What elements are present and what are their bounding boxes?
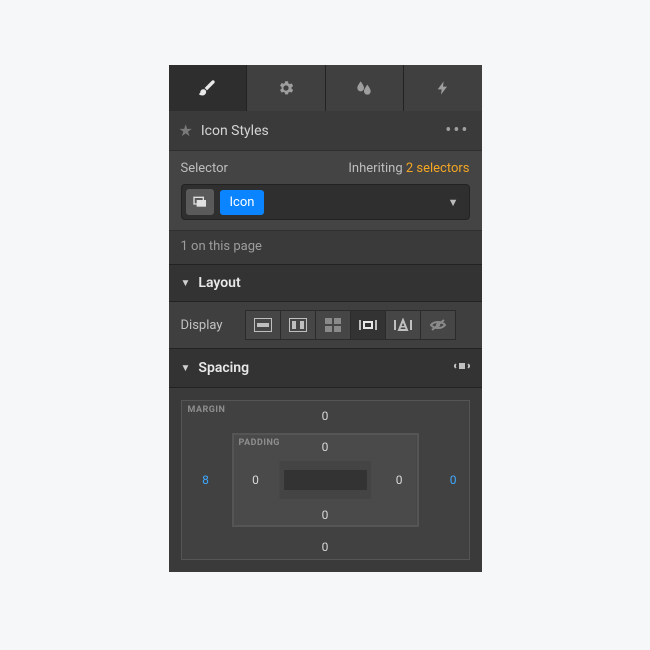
display-inline-block-icon [359,318,377,332]
selector-label: Selector [181,161,228,176]
display-grid[interactable] [315,310,351,340]
class-title: Icon Styles [201,123,445,139]
margin-left[interactable]: 8 [202,473,209,487]
droplets-icon [354,78,374,98]
chevron-down-icon[interactable]: ▼ [448,196,459,209]
tab-effects[interactable] [404,65,482,111]
spacing-editor: MARGIN 0 0 8 0 PADDING 0 0 0 0 [169,388,482,572]
spacing-expand-button[interactable] [454,359,470,377]
display-flex-icon [289,318,307,332]
selector-count: 1 on this page [169,231,482,264]
display-block-icon [254,318,272,332]
inheriting-count: 2 selectors [406,161,470,176]
states-icon [192,195,208,209]
padding-right[interactable]: 0 [396,473,403,487]
padding-bottom[interactable]: 0 [322,508,329,522]
bolt-icon [435,79,451,97]
padding-top[interactable]: 0 [322,440,329,454]
display-none[interactable] [420,310,456,340]
star-icon: ★ [179,121,193,140]
tab-interactions[interactable] [326,65,405,111]
padding-box: PADDING 0 0 0 0 [232,433,419,527]
margin-bottom[interactable]: 0 [322,540,329,554]
display-label: Display [181,318,245,333]
brush-icon [197,78,217,98]
selector-block: Selector Inheriting 2 selectors Icon ▼ [169,150,482,231]
gear-icon [277,79,295,97]
display-inline-icon [394,318,412,332]
more-menu[interactable]: ••• [445,120,469,141]
panel-tabs [169,65,482,111]
selector-input[interactable]: Icon ▼ [181,184,470,220]
padding-label: PADDING [239,438,280,448]
margin-top[interactable]: 0 [322,409,329,423]
margin-label: MARGIN [188,405,226,415]
caret-down-icon: ▼ [181,278,191,289]
content-box [284,470,367,490]
inheriting-info[interactable]: Inheriting 2 selectors [348,161,469,176]
padding-left[interactable]: 0 [252,473,259,487]
tab-style[interactable] [169,65,248,111]
display-row: Display [169,302,482,348]
styles-panel: ★ Icon Styles ••• Selector Inheriting 2 … [169,65,482,572]
section-layout[interactable]: ▼ Layout [169,264,482,302]
display-grid-icon [325,318,341,332]
display-inline[interactable] [385,310,421,340]
caret-down-icon: ▼ [181,363,191,374]
expand-icon [454,359,470,373]
margin-box: MARGIN 0 0 8 0 PADDING 0 0 0 0 [181,400,470,560]
display-inline-block[interactable] [350,310,386,340]
section-spacing[interactable]: ▼ Spacing [169,348,482,388]
tab-settings[interactable] [247,65,326,111]
class-tag[interactable]: Icon [220,190,265,215]
class-header: ★ Icon Styles ••• [169,111,482,150]
state-selector-button[interactable] [186,189,214,215]
display-block[interactable] [245,310,281,340]
display-none-icon [429,318,447,332]
display-flex[interactable] [280,310,316,340]
margin-right[interactable]: 0 [450,473,457,487]
